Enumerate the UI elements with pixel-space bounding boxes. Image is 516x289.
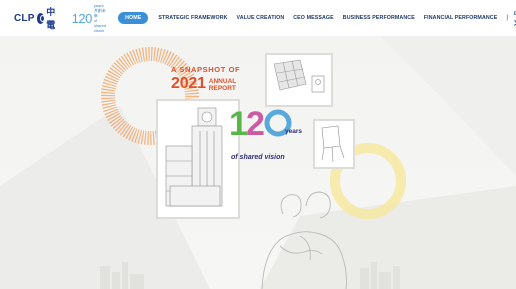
hero-tagline: of shared vision [231, 154, 285, 161]
clp-logo-chinese: 中電 [46, 7, 56, 30]
clp-logo-mark-icon [36, 12, 45, 24]
hero-banner: 1 2 A SNAPSHOT OF 2021 ANNUAL REPORT yea… [0, 36, 516, 289]
clp-logo[interactable]: CLP 中電 [14, 5, 59, 31]
snapshot-line1: A SNAPSHOT OF [171, 65, 241, 74]
anniversary-120-graphic: 1 2 [229, 105, 292, 143]
anniversary-tag: years 共創未來 of shared vision [94, 3, 106, 33]
nav-strategic-framework[interactable]: STRATEGIC FRAMEWORK [158, 15, 227, 21]
nav-separator: | [506, 15, 508, 21]
nav-value-creation[interactable]: VALUE CREATION [237, 15, 285, 21]
anniversary-tag-line2: of shared vision [93, 18, 107, 33]
nav-business-performance[interactable]: BUSINESS PERFORMANCE [343, 15, 415, 21]
main-menu: HOME STRATEGIC FRAMEWORK VALUE CREATION … [118, 9, 516, 27]
clock-tower-frame-icon [156, 99, 240, 219]
anniversary-tag-line1: years 共創未來 [93, 3, 106, 18]
snapshot-annual: ANNUAL [208, 77, 237, 85]
svg-text:2: 2 [246, 105, 265, 143]
nav-ceo-message[interactable]: CEO MESSAGE [293, 15, 334, 21]
snapshot-report: REPORT [208, 84, 236, 92]
anniversary-number: 120 [71, 10, 93, 26]
anniversary-logo: 120 years 共創未來 of shared vision [72, 3, 106, 33]
background-shape [380, 36, 516, 176]
years-label: years [285, 128, 302, 135]
solar-panel-frame-icon [265, 53, 333, 107]
clp-logo-text: CLP [14, 12, 35, 24]
nav-home[interactable]: HOME [118, 12, 149, 24]
top-navigation-bar: CLP 中電 120 years 共創未來 of shared vision H… [0, 0, 516, 36]
report-year: 2021 [171, 74, 206, 92]
nav-financial-performance[interactable]: FINANCIAL PERFORMANCE [424, 15, 498, 21]
snapshot-title: A SNAPSHOT OF 2021 ANNUAL REPORT [171, 66, 271, 92]
report-homepage: CLP 中電 120 years 共創未來 of shared vision H… [0, 0, 516, 289]
chair-frame-icon [313, 119, 355, 169]
